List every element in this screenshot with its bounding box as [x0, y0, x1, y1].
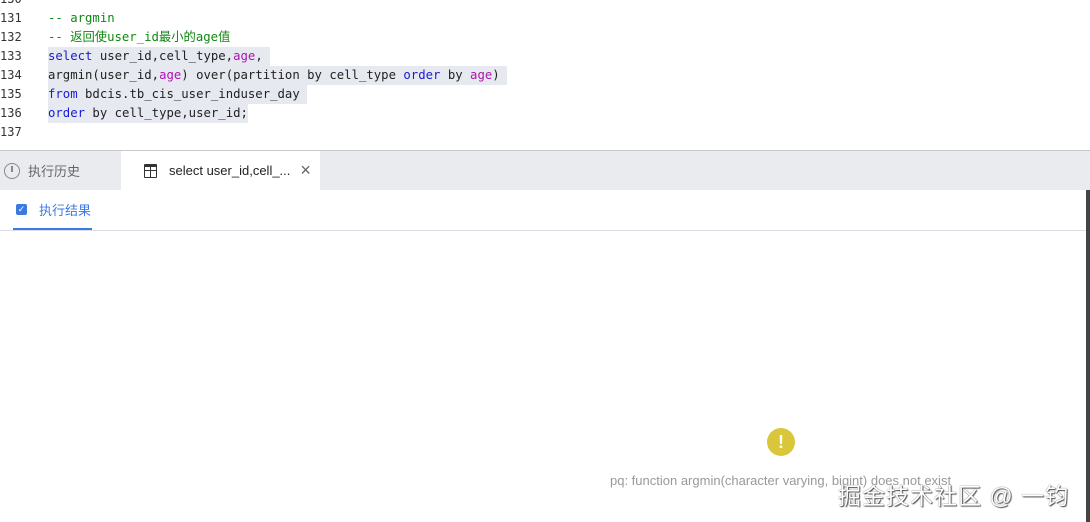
- history-clock-icon: [4, 162, 20, 179]
- code-token: bdcis.tb_cis_user_induser_day: [77, 87, 308, 101]
- scrollbar[interactable]: [1086, 190, 1090, 522]
- code-token: ): [492, 68, 508, 82]
- tab-label: select user_id,cell_...: [169, 163, 291, 178]
- table-icon: [144, 163, 157, 178]
- code-token: ) over(partition by cell_type: [181, 68, 404, 82]
- line-number: 132: [0, 30, 22, 44]
- code-token: from: [48, 87, 78, 101]
- subtab-label: 执行结果: [39, 202, 92, 218]
- code-text: select user_id,cell_type,age,: [48, 47, 271, 66]
- code-token: order: [403, 68, 441, 82]
- code-text: argmin(user_id,age) over(partition by ce…: [48, 66, 508, 85]
- watermark: 掘金技术社区 @ 一钧: [838, 483, 1070, 509]
- code-token: select: [48, 49, 93, 63]
- tab-execution-history[interactable]: 执行历史: [0, 151, 121, 190]
- result-tab-bar: 执行历史 select user_id,cell_... ×: [0, 150, 1090, 190]
- line-number: 130: [0, 0, 30, 9]
- code-text: -- 返回使user_id最小的age值: [48, 28, 230, 47]
- result-subtabs: ✓ 执行结果: [0, 190, 1090, 231]
- line-number: 131: [0, 11, 22, 25]
- code-token: by cell_type,user_id;: [85, 106, 248, 120]
- code-token: age: [233, 49, 256, 63]
- code-token: order: [48, 106, 86, 120]
- subtab-execution-result[interactable]: ✓ 执行结果: [13, 190, 92, 230]
- code-token: age: [470, 68, 493, 82]
- tab-label: 执行历史: [28, 164, 81, 179]
- code-token: by: [440, 68, 471, 82]
- code-token: argmin(user_id,: [48, 68, 160, 82]
- code-token: age: [159, 68, 182, 82]
- warning-icon: !: [767, 428, 795, 456]
- code-token: ,: [255, 49, 271, 63]
- line-number: 136: [0, 106, 22, 120]
- close-icon[interactable]: ×: [300, 160, 311, 181]
- line-number: 133: [0, 49, 22, 63]
- code-text: -- argmin: [48, 9, 115, 28]
- checkbox-icon: ✓: [16, 203, 27, 215]
- line-number: 137: [0, 125, 22, 139]
- code-token: user_id,cell_type,: [92, 49, 234, 63]
- tab-query-result[interactable]: select user_id,cell_... ×: [121, 151, 320, 190]
- line-number: 135: [0, 87, 22, 101]
- code-token: -- 返回使user_id最小的age值: [48, 30, 231, 44]
- code-text: order by cell_type,user_id;: [48, 104, 248, 123]
- code-text: from bdcis.tb_cis_user_induser_day: [48, 85, 308, 104]
- sql-editor[interactable]: 130 131 -- argmin 132 -- 返回使user_id最小的age值 13…: [0, 0, 1090, 150]
- line-number: 134: [0, 68, 22, 82]
- code-token: -- argmin: [48, 11, 115, 25]
